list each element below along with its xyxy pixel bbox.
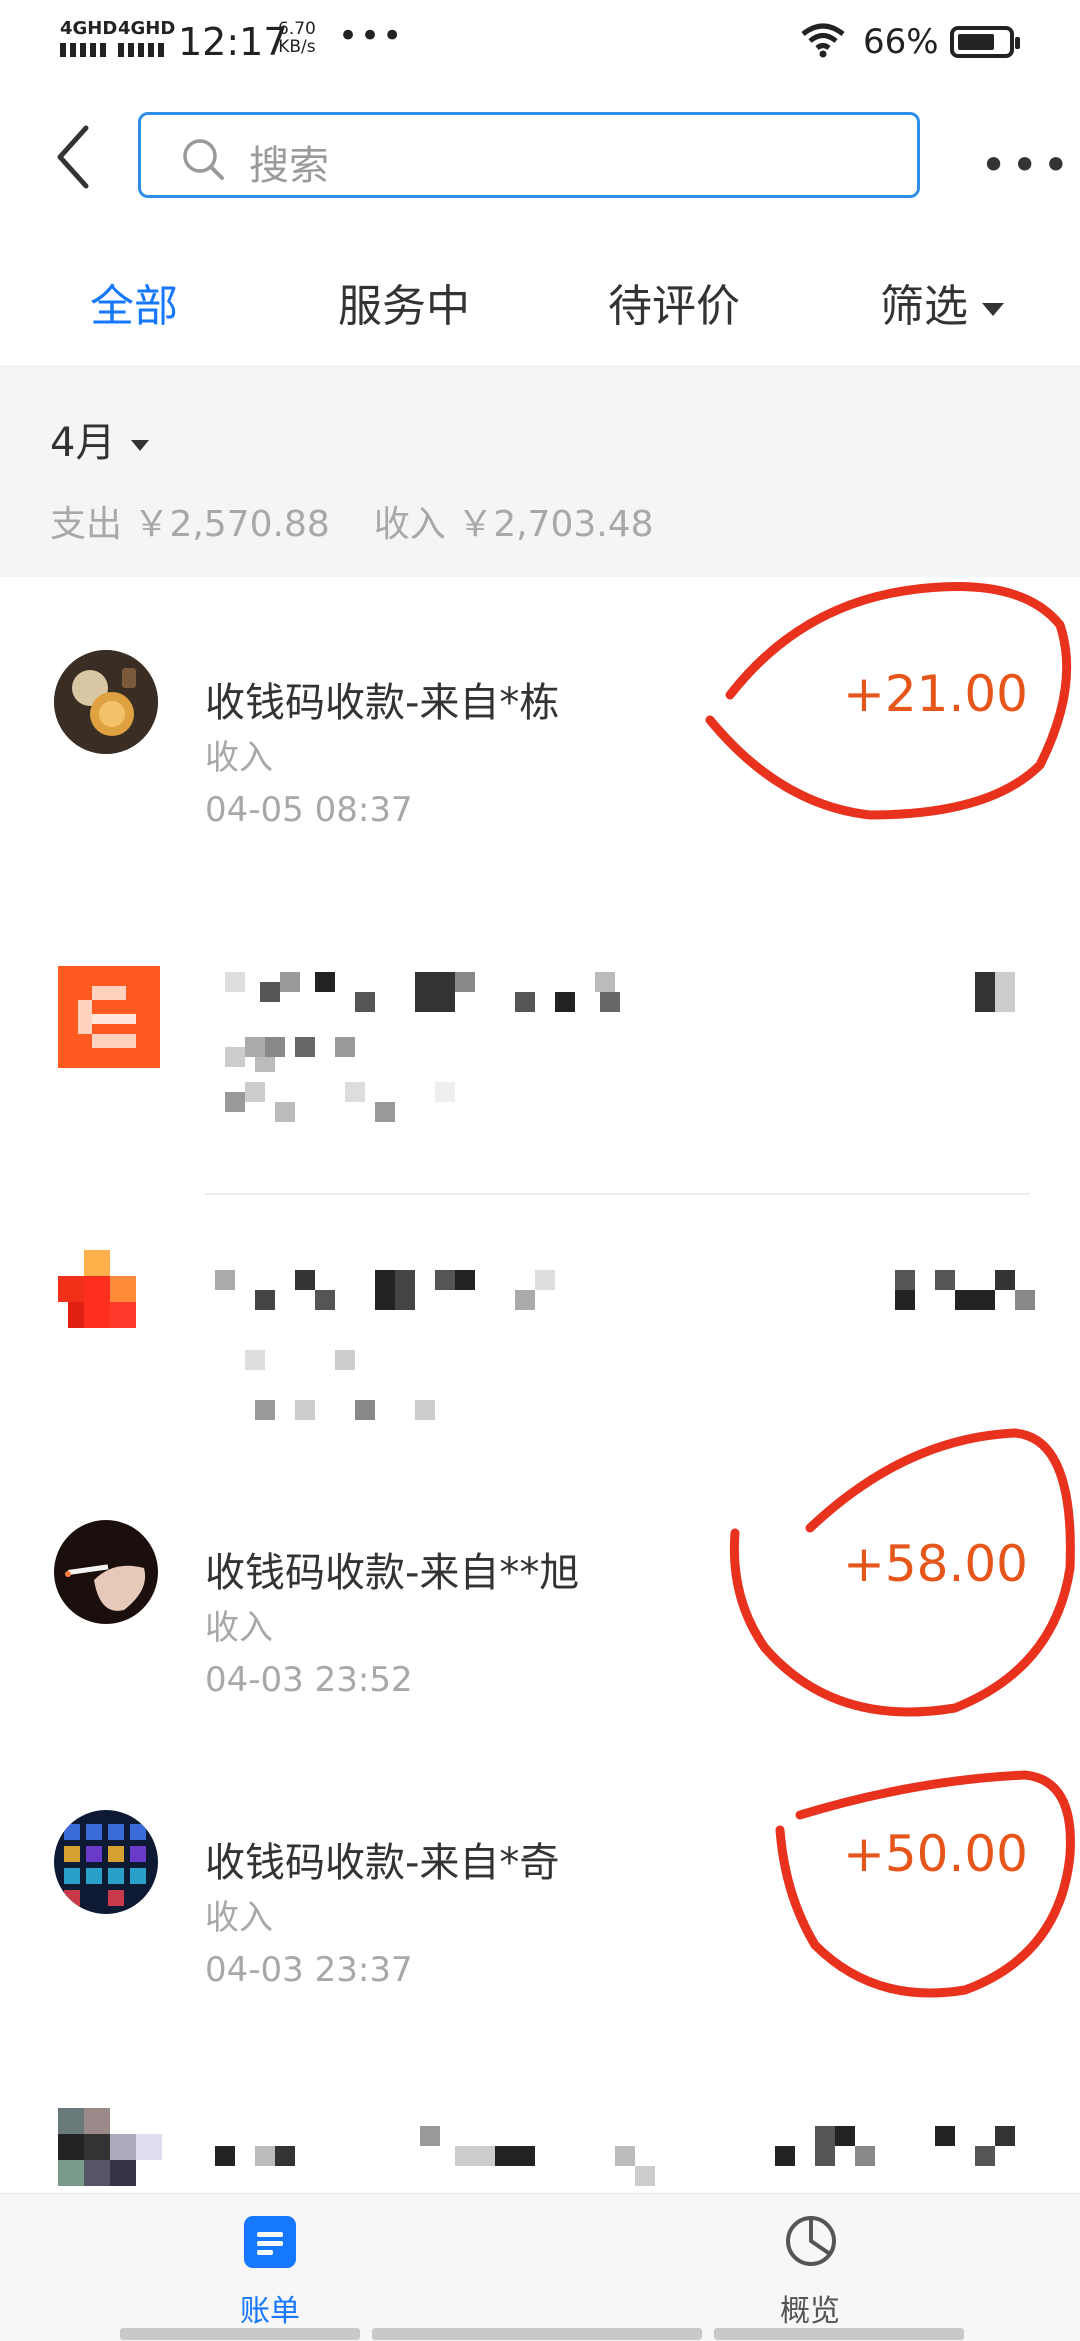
search-icon	[183, 139, 224, 180]
bottom-nav: 账单 概览	[0, 2193, 1080, 2341]
nav-bill-label: 账单	[240, 2294, 300, 2329]
transaction-row[interactable]: 收钱码收款-来自**旭 收入 04-03 23:52 +58.00	[0, 1500, 1080, 1760]
transaction-amount: +58.00	[842, 1535, 1028, 1593]
avatar	[54, 1520, 158, 1624]
transaction-row[interactable]: 收钱码收款-来自*栋 收入 04-05 08:37 +21.00	[0, 630, 1080, 860]
obscured-text	[215, 2126, 1015, 2186]
tab-pending-review[interactable]: 待评价	[608, 270, 740, 334]
back-button[interactable]	[52, 122, 92, 192]
signal-sim1-icon: 4GHD	[60, 18, 117, 57]
sim2-label: 4GHD	[118, 18, 176, 39]
more-options-button[interactable]: •••	[980, 138, 1073, 192]
gesture-bar	[372, 2328, 702, 2340]
gesture-bar	[714, 2328, 964, 2340]
obscured-avatar	[58, 2108, 162, 2186]
month-selector[interactable]: 4月	[50, 410, 150, 468]
obscured-avatar	[58, 966, 160, 1068]
transaction-date: 04-05 08:37	[205, 790, 413, 830]
transaction-title: 收钱码收款-来自**旭	[205, 1550, 580, 1596]
avatar	[54, 1810, 158, 1914]
speed-value: 6.70	[278, 19, 316, 39]
clock: 12:17	[178, 20, 288, 64]
transaction-row-obscured[interactable]	[0, 2100, 1080, 2193]
obscured-text	[225, 972, 1015, 1122]
avatar	[54, 650, 158, 754]
divider	[205, 1193, 1030, 1195]
speed-unit: KB/s	[278, 37, 316, 57]
transaction-amount: +21.00	[842, 665, 1028, 723]
network-speed: 6.70 KB/s	[278, 20, 316, 56]
transaction-title: 收钱码收款-来自*奇	[205, 1840, 560, 1886]
status-more-icon: •••	[338, 16, 405, 56]
search-input[interactable]: 搜索	[138, 112, 920, 198]
transaction-date: 04-03 23:52	[205, 1660, 413, 1700]
gesture-bar	[120, 2328, 360, 2340]
month-summary: 4月 支出 ￥2,570.88 收入 ￥2,703.48	[0, 365, 1080, 577]
wifi-icon	[800, 22, 846, 62]
battery-icon	[950, 26, 1020, 58]
tab-filter[interactable]: 筛选	[880, 270, 1004, 334]
pie-chart-icon	[786, 2216, 836, 2266]
status-bar: 4GHD 4GHD 12:17 6.70 KB/s ••• 66%	[0, 0, 1080, 88]
transaction-date: 04-03 23:37	[205, 1950, 413, 1990]
battery-percent: 66%	[863, 22, 939, 62]
signal-sim2-icon: 4GHD	[118, 18, 175, 57]
transaction-amount: +50.00	[842, 1825, 1028, 1883]
search-placeholder: 搜索	[249, 143, 329, 189]
month-label: 4月	[50, 420, 116, 466]
transaction-type: 收入	[205, 1898, 273, 1938]
month-totals: 支出 ￥2,570.88 收入 ￥2,703.48	[50, 495, 654, 547]
income-total: 收入 ￥2,703.48	[373, 504, 654, 545]
sim1-label: 4GHD	[60, 18, 118, 39]
tab-filter-label: 筛选	[880, 281, 968, 332]
obscured-avatar	[58, 1250, 162, 1354]
transaction-type: 收入	[205, 1608, 273, 1648]
bill-icon	[244, 2216, 296, 2268]
transaction-row-obscured[interactable]	[0, 1230, 1080, 1470]
expense-total: 支出 ￥2,570.88	[50, 504, 330, 545]
transaction-row[interactable]: 收钱码收款-来自*奇 收入 04-03 23:37 +50.00	[0, 1790, 1080, 2040]
transaction-title: 收钱码收款-来自*栋	[205, 680, 560, 726]
chevron-left-icon	[57, 125, 89, 189]
tab-all[interactable]: 全部	[90, 270, 178, 334]
transaction-type: 收入	[205, 738, 273, 778]
nav-overview-label: 概览	[780, 2294, 840, 2329]
caret-down-icon	[982, 302, 1004, 316]
transaction-row-obscured[interactable]	[0, 930, 1080, 1200]
tab-in-service[interactable]: 服务中	[338, 270, 470, 334]
caret-down-icon	[131, 439, 150, 451]
obscured-text	[215, 1270, 1035, 1420]
filter-tabs: 全部 服务中 待评价 筛选	[0, 262, 1080, 352]
